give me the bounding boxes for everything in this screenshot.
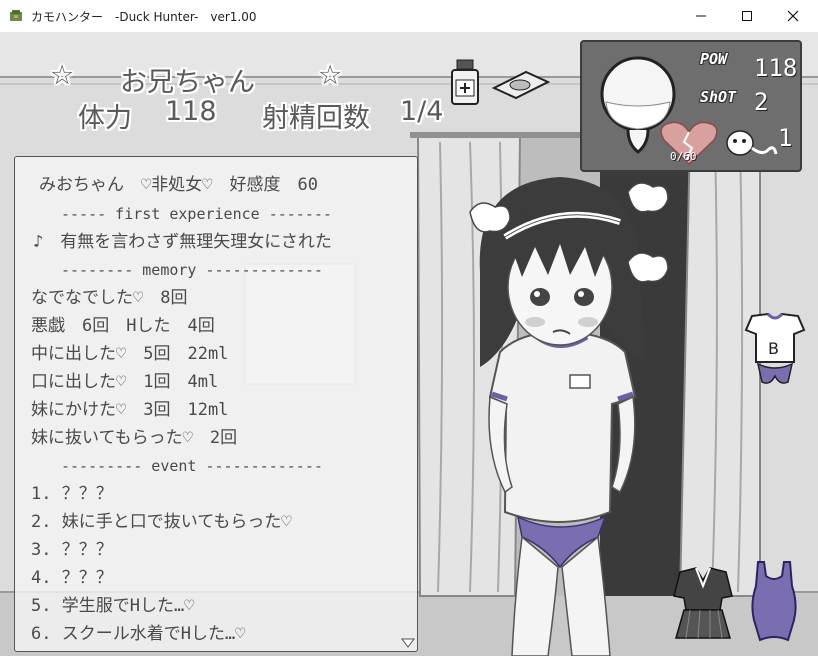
memory-line: 妹に抜いてもらった♡ 2回: [31, 428, 238, 448]
heart-value: 0/60: [670, 150, 697, 163]
ghost-value: 1: [778, 124, 793, 152]
memory-line: 妹にかけた♡ 3回 12ml: [31, 400, 229, 420]
star-right: ☆: [318, 60, 343, 91]
game-app-icon: [10, 10, 22, 21]
close-button[interactable]: [770, 0, 816, 32]
memory-line: なでなでした♡ 8回: [31, 288, 188, 308]
sperm-ghost-icon: [726, 130, 778, 156]
maximize-icon: [742, 11, 752, 21]
minimize-button[interactable]: [678, 0, 724, 32]
sailor-uniform-icon[interactable]: [670, 566, 736, 642]
shot-label: ShOT: [700, 88, 737, 106]
pow-label: POW: [700, 50, 728, 68]
shot-value: 2: [754, 88, 769, 116]
memory-line: 中に出した♡ 5回 22ml: [31, 344, 229, 364]
minimize-icon: [696, 15, 706, 17]
pow-value: 118: [754, 54, 798, 82]
event-line: 1. ？？？: [31, 484, 113, 504]
school-swimsuit-icon[interactable]: [748, 560, 800, 644]
stamina-label: 体力: [78, 103, 132, 134]
log-panel: みおちゃん ♡非処女♡ 好感度 60 ----- first experienc…: [14, 156, 418, 652]
gym-uniform-icon[interactable]: B: [744, 312, 806, 388]
svg-text:B: B: [768, 339, 779, 358]
log-header: みおちゃん ♡非処女♡ 好感度 60: [39, 175, 318, 195]
separator-first-experience: ----- first experience -------: [61, 205, 332, 223]
scroll-down-arrow-icon[interactable]: [401, 638, 415, 648]
memory-line: 悪戯 6回 Hした 4回: [31, 316, 215, 336]
separator-memory: -------- memory -------------: [61, 261, 323, 279]
player-name: お兄ちゃん: [120, 67, 255, 98]
first-experience-text: ♪ 有無を言わさず無理矢理女にされた: [33, 232, 332, 252]
close-icon: [787, 10, 799, 22]
memory-line: 口に出した♡ 1回 4ml: [31, 372, 219, 392]
star-left: ☆: [50, 60, 75, 91]
medicine-bottle-icon[interactable]: [448, 58, 482, 106]
pill-tray-icon[interactable]: [490, 68, 552, 102]
event-line: 5. 学生服でHした…♡: [31, 596, 195, 616]
separator-event: --------- event -------------: [61, 457, 323, 475]
event-line: 3. ？？？: [31, 540, 113, 560]
event-line: 2. 妹に手と口で抜いてもらった♡: [31, 512, 292, 532]
event-line: 4. ？？？: [31, 568, 113, 588]
status-panel: POW 118 ShOT 2 0/60 1: [580, 40, 802, 172]
ejaculation-count-value: 1/4: [400, 96, 444, 127]
stamina-value: 118: [165, 96, 217, 127]
event-line: 6. スクール水着でHした…♡: [31, 624, 246, 644]
maximize-button[interactable]: [724, 0, 770, 32]
game-screen: ☆ お兄ちゃん ☆ 体力 118 射精回数 1/4 POW 118 ShOT 2…: [0, 32, 818, 656]
ejaculation-count-label: 射精回数: [262, 103, 370, 134]
title-bar: カモハンター -Duck Hunter- ver1.00: [0, 0, 818, 33]
window-title: カモハンター -Duck Hunter- ver1.00: [31, 10, 257, 24]
